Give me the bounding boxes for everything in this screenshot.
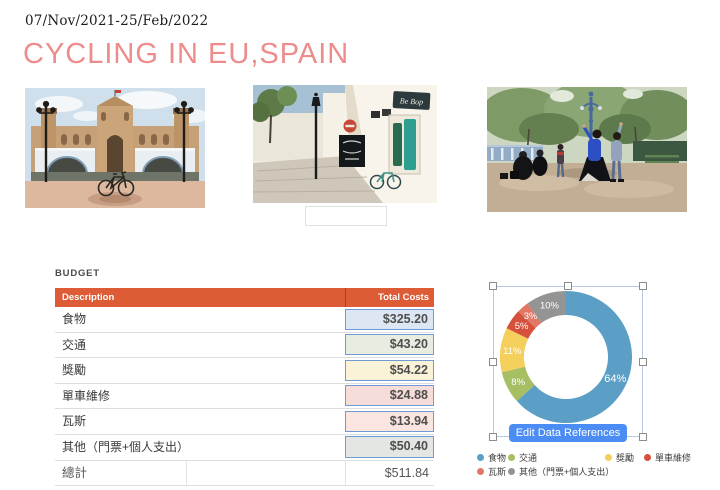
date-range: 07/Nov/2021-25/Feb/2022: [25, 13, 208, 29]
hedge: [633, 141, 687, 161]
selection-handle-e[interactable]: [639, 358, 647, 366]
legend-item-food: 食物: [477, 452, 506, 462]
selection-handle-nw[interactable]: [489, 282, 497, 290]
cost-cell[interactable]: $43.20: [345, 334, 434, 355]
legend-dot-food: [477, 454, 484, 461]
column-header-description: Description: [55, 288, 345, 307]
slide-canvas: 07/Nov/2021-25/Feb/2022 CYCLING IN EU,SP…: [0, 0, 720, 490]
cost-cell[interactable]: $54.22: [345, 360, 434, 381]
donut-label-food: 64%: [604, 373, 626, 385]
edit-data-references-button[interactable]: Edit Data References: [509, 424, 627, 442]
selection-handle-w[interactable]: [489, 358, 497, 366]
selection-handle-ne[interactable]: [639, 282, 647, 290]
cost-cell[interactable]: $50.40: [345, 436, 434, 457]
donut-label-transport: 8%: [511, 377, 525, 388]
photo-park-flamenco[interactable]: [487, 87, 687, 212]
donut-chart-object[interactable]: 64%8%11%5%3%10% Edit Data References: [493, 286, 643, 437]
hanging-clothes: [389, 115, 420, 174]
row-label[interactable]: 交通: [55, 333, 345, 358]
cost-cell[interactable]: $325.20: [345, 309, 434, 330]
legend-label: 獎勵: [616, 451, 634, 464]
row-label[interactable]: 食物: [55, 307, 345, 332]
table-row: 單車維修 $24.88: [55, 384, 434, 410]
photo-plaza-espana[interactable]: [25, 88, 205, 208]
table-row: 交通 $43.20: [55, 333, 434, 359]
table-total-row: 總計 $511.84: [55, 461, 434, 487]
budget-section-label: BUDGET: [55, 268, 100, 279]
page-title: CYCLING IN EU,SPAIN: [23, 38, 349, 71]
selection-handle-se[interactable]: [639, 433, 647, 441]
legend-dot-reward: [605, 454, 612, 461]
legend-label: 單車維修: [655, 451, 691, 464]
donut-chart[interactable]: 64%8%11%5%3%10%: [493, 286, 643, 437]
legend-item-bike-repair: 單車維修: [644, 452, 691, 462]
central-arch: [107, 135, 123, 172]
right-bridge: [135, 148, 195, 174]
donut-label-bike-repair: 5%: [515, 321, 529, 332]
legend-item-gas: 瓦斯: [477, 466, 506, 476]
menu-board: [339, 135, 365, 167]
total-spacer-cell[interactable]: [186, 461, 345, 486]
row-label[interactable]: 其他（門票+個人支出）: [55, 435, 345, 460]
cost-cell[interactable]: $24.88: [345, 385, 434, 406]
legend-dot-gas: [477, 468, 484, 475]
total-value[interactable]: $511.84: [345, 461, 434, 486]
chart-legend: 食物交通 獎勵 單車維修瓦斯其他（門票+個人支出）: [473, 452, 713, 480]
budget-table: Description Total Costs 食物 $325.20 交通 $4…: [55, 288, 434, 486]
ceramic-railing: [487, 145, 543, 161]
legend-dot-transport: [508, 454, 515, 461]
legend-label: 瓦斯: [488, 465, 506, 478]
legend-item-other: 其他（門票+個人支出）: [508, 466, 614, 476]
table-header-row: Description Total Costs: [55, 288, 434, 307]
row-label[interactable]: 單車維修: [55, 384, 345, 409]
legend-label: 其他（門票+個人支出）: [519, 465, 614, 478]
legend-item-reward: 獎勵: [605, 452, 634, 462]
selection-handle-n[interactable]: [564, 282, 572, 290]
legend-item-transport: 交通: [508, 452, 537, 462]
shop-sign: Be Bop: [393, 91, 431, 110]
total-label[interactable]: 總計: [55, 461, 186, 486]
cost-cell[interactable]: $13.94: [345, 411, 434, 432]
row-label[interactable]: 瓦斯: [55, 409, 345, 434]
donut-label-reward: 11%: [503, 346, 522, 357]
table-row: 獎勵 $54.22: [55, 358, 434, 384]
legend-dot-other: [508, 468, 515, 475]
photo-white-street[interactable]: Be Bop: [253, 85, 437, 203]
empty-text-box[interactable]: [305, 206, 387, 226]
budget-rows: 食物 $325.20 交通 $43.20 獎勵 $54.22 單車維修 $24.…: [55, 307, 434, 461]
donut-label-other: 10%: [540, 301, 560, 312]
row-label[interactable]: 獎勵: [55, 358, 345, 383]
legend-label: 交通: [519, 451, 537, 464]
left-bridge: [35, 148, 95, 174]
table-row: 食物 $325.20: [55, 307, 434, 333]
column-header-total-costs: Total Costs: [345, 288, 434, 307]
table-row: 其他（門票+個人支出） $50.40: [55, 435, 434, 461]
legend-label: 食物: [488, 451, 506, 464]
table-row: 瓦斯 $13.94: [55, 409, 434, 435]
legend-dot-bike-repair: [644, 454, 651, 461]
svg-text:Be Bop: Be Bop: [400, 96, 424, 106]
selection-handle-sw[interactable]: [489, 433, 497, 441]
